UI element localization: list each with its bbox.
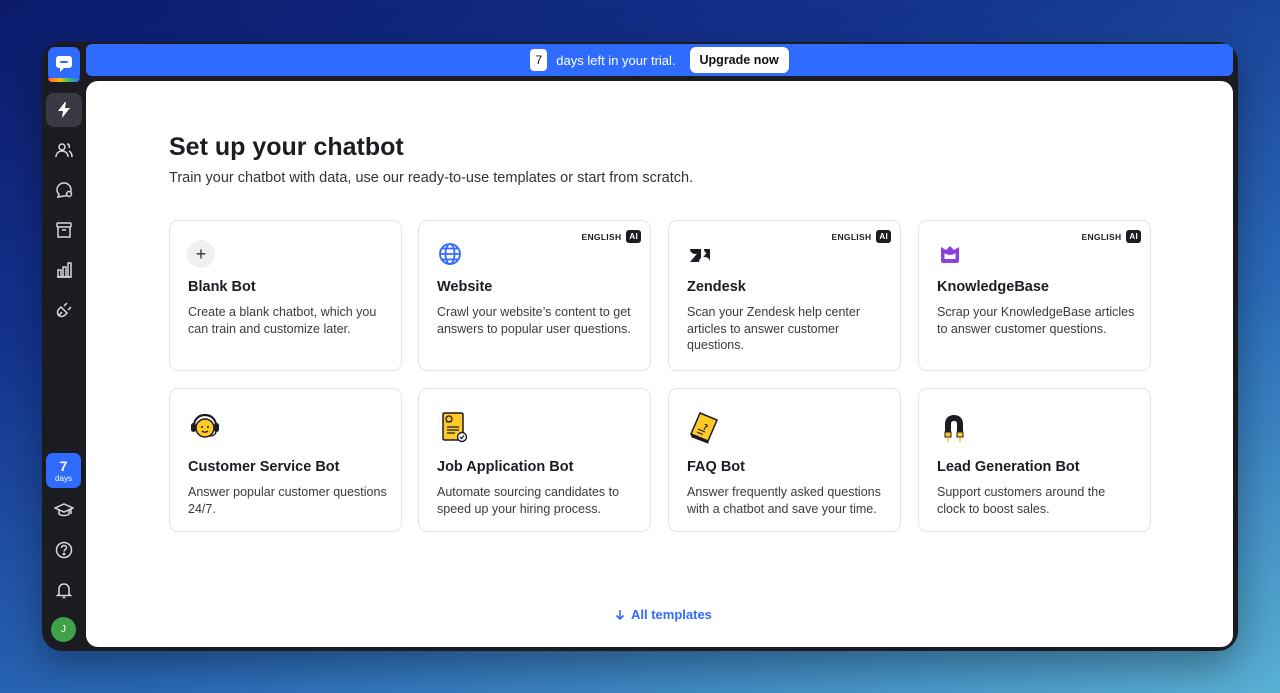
card-description: Answer frequently asked questions with a… — [687, 485, 881, 516]
zendesk-icon — [690, 249, 710, 262]
language-tag: ENGLISH AI — [1081, 230, 1141, 243]
sidebar: 7 days J — [42, 42, 86, 651]
arrow-down-icon — [615, 609, 625, 620]
sidebar-item-notifications[interactable] — [46, 573, 82, 607]
card-title: KnowledgeBase — [937, 279, 1049, 295]
all-templates-label: All templates — [631, 607, 712, 622]
trial-days-number: 7 — [59, 457, 68, 474]
card-title: FAQ Bot — [687, 459, 745, 475]
app-window: 7 days J 7 days left in your trial. Upgr… — [42, 42, 1238, 651]
card-title: Customer Service Bot — [188, 459, 340, 475]
sidebar-item-academy[interactable] — [46, 493, 82, 527]
plus-icon: + — [187, 240, 215, 268]
users-icon — [55, 143, 73, 158]
sidebar-item-reports[interactable] — [46, 253, 82, 287]
sidebar-item-bolt[interactable] — [46, 93, 82, 127]
ai-badge: AI — [876, 230, 891, 243]
bell-icon — [55, 583, 73, 599]
template-card-zendesk[interactable]: ENGLISH AI Zendesk Scan your Zendesk hel… — [668, 220, 901, 371]
ai-badge: AI — [1126, 230, 1141, 243]
page-subtitle: Train your chatbot with data, use our re… — [169, 170, 694, 186]
sidebar-item-chats[interactable] — [46, 173, 82, 207]
trial-text: days left in your trial. — [556, 52, 676, 68]
main-content: Set up your chatbot Train your chatbot w… — [86, 81, 1233, 647]
sidebar-item-help[interactable] — [46, 533, 82, 567]
sidebar-item-users[interactable] — [46, 133, 82, 167]
card-description: Create a blank chatbot, which you can tr… — [188, 305, 377, 336]
card-title: Blank Bot — [188, 279, 256, 295]
card-description: Scan your Zendesk help center articles t… — [687, 305, 861, 352]
bolt-icon — [58, 102, 70, 118]
logo-stripe — [48, 78, 80, 82]
avatar[interactable]: J — [51, 617, 76, 642]
reports-icon — [57, 262, 72, 278]
page-title: Set up your chatbot — [169, 133, 404, 161]
template-card-customer-service-bot[interactable]: Customer Service Bot Answer popular cust… — [169, 388, 402, 532]
upgrade-now-button[interactable]: Upgrade now — [689, 47, 789, 73]
card-description: Automate sourcing candidates to speed up… — [437, 485, 620, 516]
archive-icon — [56, 222, 72, 238]
card-description: Scrap your KnowledgeBase articles to ans… — [937, 305, 1135, 336]
all-templates-link[interactable]: All templates — [614, 607, 712, 622]
card-title: Lead Generation Bot — [937, 459, 1080, 475]
card-title: Zendesk — [687, 279, 746, 295]
document-icon — [442, 412, 468, 443]
card-title: Job Application Bot — [437, 459, 574, 475]
template-card-knowledgebase[interactable]: ENGLISH AI KnowledgeBase Scrap your Know… — [918, 220, 1151, 371]
trial-days-unit: days — [55, 473, 72, 483]
template-card-job-application-bot[interactable]: Job Application Bot Automate sourcing ca… — [418, 388, 651, 532]
template-card-lead-generation-bot[interactable]: Lead Generation Bot Support customers ar… — [918, 388, 1151, 532]
template-card-blank-bot[interactable]: + Blank Bot Create a blank chatbot, whic… — [169, 220, 402, 371]
academy-icon — [54, 503, 74, 517]
language-label: ENGLISH — [581, 231, 622, 242]
template-card-website[interactable]: ENGLISH AI Website Crawl your website’s … — [418, 220, 651, 371]
ai-badge: AI — [626, 230, 641, 243]
trial-banner: 7 days left in your trial. Upgrade now — [86, 44, 1233, 76]
chat-icon — [56, 182, 73, 198]
help-icon — [55, 541, 73, 559]
integrations-icon — [56, 302, 72, 318]
sidebar-item-integrations[interactable] — [46, 293, 82, 327]
language-tag: ENGLISH AI — [581, 230, 641, 243]
headset-icon — [191, 413, 219, 438]
magnet-icon — [944, 415, 964, 442]
knowledgebase-icon — [941, 246, 959, 263]
language-label: ENGLISH — [831, 231, 872, 242]
language-label: ENGLISH — [1081, 231, 1122, 242]
faq-icon: ? — [690, 412, 718, 444]
trial-days-box: 7 — [530, 49, 548, 71]
card-title: Website — [437, 279, 493, 295]
card-description: Answer popular customer questions 24/7. — [188, 485, 387, 516]
chatbot-logo-icon[interactable] — [48, 47, 80, 81]
globe-icon — [439, 243, 461, 265]
card-description: Support customers around the clock to bo… — [937, 485, 1106, 516]
card-description: Crawl your website’s content to get answ… — [437, 305, 631, 336]
sidebar-item-archive[interactable] — [46, 213, 82, 247]
language-tag: ENGLISH AI — [831, 230, 891, 243]
trial-days-badge[interactable]: 7 days — [46, 453, 81, 488]
template-card-faq-bot[interactable]: ? FAQ Bot Answer frequently asked questi… — [668, 388, 901, 532]
